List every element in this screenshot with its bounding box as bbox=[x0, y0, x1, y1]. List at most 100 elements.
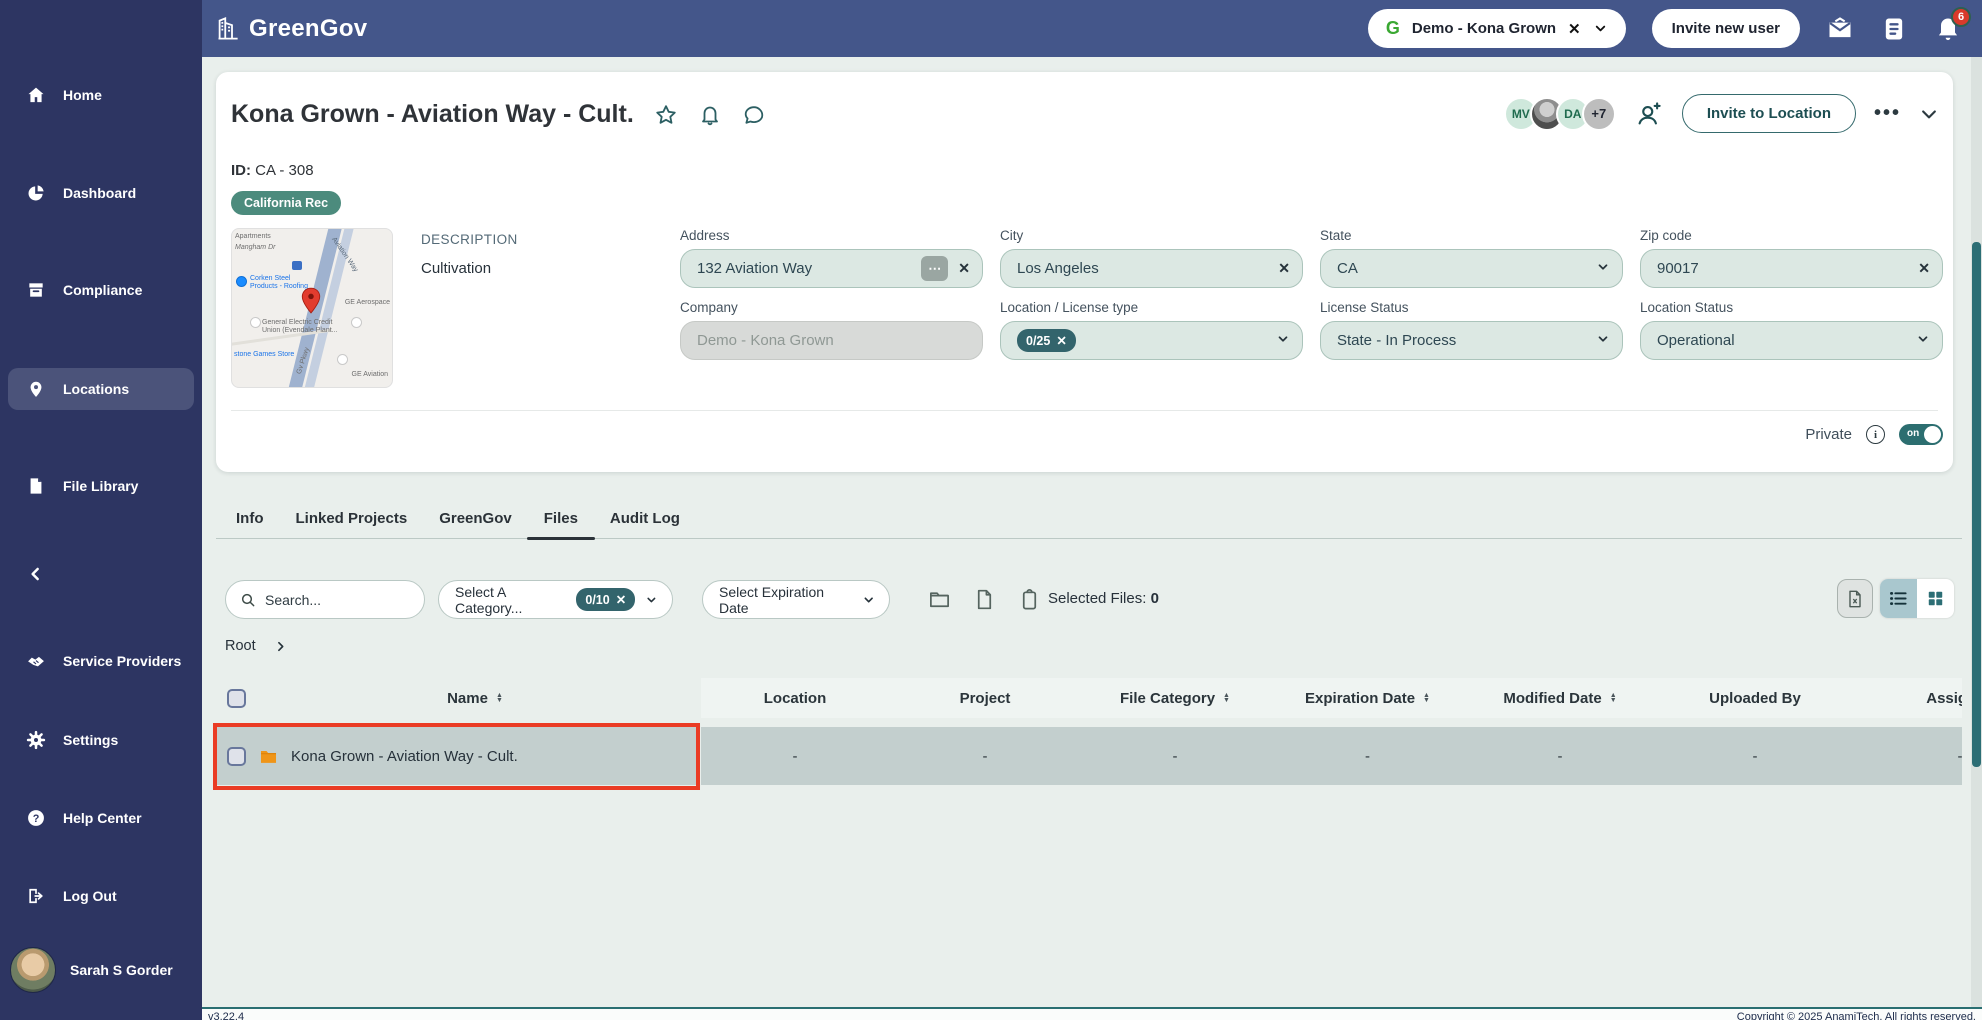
category-count-chip[interactable]: 0/10✕ bbox=[576, 588, 635, 611]
toggle-state-label: on bbox=[1907, 428, 1919, 439]
sidebar-item-file-library[interactable]: File Library bbox=[0, 465, 202, 507]
export-files-button[interactable] bbox=[1837, 579, 1873, 618]
search-input[interactable] bbox=[265, 592, 405, 608]
sort-icon[interactable]: ▲▼ bbox=[1610, 693, 1617, 703]
state-select[interactable]: CA bbox=[1320, 249, 1623, 288]
sidebar-item-compliance[interactable]: Compliance bbox=[0, 269, 202, 311]
chip-clear-icon[interactable]: ✕ bbox=[1056, 333, 1066, 348]
sidebar-item-service-providers[interactable]: Service Providers bbox=[0, 640, 202, 682]
private-label: Private bbox=[1805, 426, 1852, 443]
category-filter[interactable]: Select A Category... 0/10✕ bbox=[438, 580, 673, 619]
collapse-card-icon[interactable] bbox=[1919, 104, 1939, 124]
file-export-icon bbox=[1845, 589, 1865, 609]
chip-clear-icon[interactable]: ✕ bbox=[616, 592, 626, 607]
sidebar-item-log-out[interactable]: Log Out bbox=[0, 875, 202, 917]
new-file-button[interactable] bbox=[973, 588, 996, 611]
chevron-down-icon bbox=[1276, 332, 1290, 350]
list-view-button[interactable] bbox=[1880, 579, 1917, 618]
tab-info[interactable]: Info bbox=[236, 506, 264, 538]
address-options-icon[interactable]: ⋯ bbox=[921, 256, 948, 281]
breadcrumb-root[interactable]: Root bbox=[225, 638, 256, 654]
svg-text:?: ? bbox=[33, 813, 40, 825]
org-selector[interactable]: G Demo - Kona Grown ✕ bbox=[1368, 9, 1626, 48]
location-status-select[interactable]: Operational bbox=[1640, 321, 1943, 360]
clear-icon[interactable]: ✕ bbox=[958, 260, 970, 277]
map-poi bbox=[236, 276, 247, 287]
field-value: 90017 bbox=[1657, 260, 1918, 277]
files-search[interactable] bbox=[225, 580, 425, 619]
location-map-thumbnail[interactable]: Apartments Mangham Dr Corken Steel Produ… bbox=[231, 228, 393, 388]
field-label: Company bbox=[680, 300, 983, 315]
table-header: Name ▲▼ Location Project File Category ▲… bbox=[215, 678, 1962, 718]
sidebar-item-settings[interactable]: Settings bbox=[0, 719, 202, 761]
id-label: ID: bbox=[231, 162, 251, 179]
invite-to-location-button[interactable]: Invite to Location bbox=[1682, 94, 1856, 133]
tab-files[interactable]: Files bbox=[544, 506, 578, 538]
clear-icon[interactable]: ✕ bbox=[1278, 260, 1290, 277]
expiration-date-filter[interactable]: Select Expiration Date bbox=[702, 580, 890, 619]
sidebar-item-dashboard[interactable]: Dashboard bbox=[0, 172, 202, 214]
messages-button[interactable] bbox=[1826, 15, 1854, 43]
sidebar-item-locations[interactable]: Locations bbox=[8, 368, 194, 410]
gear-icon bbox=[26, 730, 46, 750]
vertical-scrollbar[interactable] bbox=[1971, 57, 1982, 1007]
description-label: DESCRIPTION bbox=[421, 232, 518, 247]
star-icon bbox=[654, 103, 678, 127]
field-zip: Zip code 90017 ✕ bbox=[1640, 228, 1943, 288]
column-header-expiration-date[interactable]: Expiration Date ▲▼ bbox=[1270, 678, 1465, 718]
sort-icon[interactable]: ▲▼ bbox=[1423, 693, 1430, 703]
field-label: Location / License type bbox=[1000, 300, 1303, 315]
chevron-down-icon[interactable] bbox=[1593, 21, 1608, 36]
field-label: State bbox=[1320, 228, 1623, 243]
more-actions-icon[interactable]: ••• bbox=[1874, 102, 1901, 125]
license-type-select[interactable]: 0/25✕ bbox=[1000, 321, 1303, 360]
column-header-modified-date[interactable]: Modified Date ▲▼ bbox=[1465, 678, 1655, 718]
private-row: Private i on bbox=[1805, 424, 1943, 445]
private-toggle[interactable]: on bbox=[1899, 424, 1943, 445]
sidebar-item-home[interactable]: Home bbox=[0, 74, 202, 116]
table-row[interactable]: Kona Grown - Aviation Way - Cult. - - - … bbox=[215, 727, 1962, 785]
avatar-more[interactable]: +7 bbox=[1582, 97, 1616, 131]
sidebar-user[interactable]: Sarah S Gorder bbox=[0, 938, 202, 1002]
address-input[interactable]: 132 Aviation Way ⋯ ✕ bbox=[680, 249, 983, 288]
toggle-knob bbox=[1924, 426, 1941, 443]
map-label: Mangham Dr bbox=[235, 244, 275, 252]
select-all-checkbox[interactable] bbox=[227, 689, 246, 708]
clear-icon[interactable]: ✕ bbox=[1918, 260, 1930, 277]
comments-button[interactable] bbox=[742, 103, 766, 127]
column-header-name[interactable]: Name ▲▼ bbox=[355, 678, 595, 718]
sidebar-collapse-button[interactable] bbox=[0, 553, 202, 595]
row-name[interactable]: Kona Grown - Aviation Way - Cult. bbox=[291, 748, 518, 765]
paste-button[interactable] bbox=[1018, 588, 1041, 611]
field-label: Address bbox=[680, 228, 983, 243]
field-label: Zip code bbox=[1640, 228, 1943, 243]
info-icon[interactable]: i bbox=[1866, 425, 1885, 444]
row-name-cell[interactable]: Kona Grown - Aviation Way - Cult. bbox=[215, 727, 697, 785]
invite-new-user-button[interactable]: Invite new user bbox=[1652, 9, 1800, 48]
city-input[interactable]: Los Angeles ✕ bbox=[1000, 249, 1303, 288]
grid-view-button[interactable] bbox=[1917, 579, 1954, 618]
person-add-icon[interactable] bbox=[1634, 99, 1664, 129]
documents-button[interactable] bbox=[1880, 15, 1908, 43]
tab-greengov[interactable]: GreenGov bbox=[439, 506, 512, 538]
column-header-file-category[interactable]: File Category ▲▼ bbox=[1080, 678, 1270, 718]
field-state: State CA bbox=[1320, 228, 1623, 288]
sort-icon[interactable]: ▲▼ bbox=[1223, 693, 1230, 703]
zip-input[interactable]: 90017 ✕ bbox=[1640, 249, 1943, 288]
tab-audit-log[interactable]: Audit Log bbox=[610, 506, 680, 538]
tab-linked-projects[interactable]: Linked Projects bbox=[296, 506, 408, 538]
scrollbar-thumb[interactable] bbox=[1972, 242, 1981, 767]
app-screen: Home Dashboard Compliance Locations File… bbox=[0, 0, 1982, 1020]
notifications-button[interactable]: 6 bbox=[1934, 15, 1962, 43]
sort-icon[interactable]: ▲▼ bbox=[496, 693, 503, 703]
subscribe-bell-button[interactable] bbox=[698, 103, 722, 127]
sidebar-item-help-center[interactable]: ? Help Center bbox=[0, 797, 202, 839]
row-checkbox[interactable] bbox=[227, 747, 246, 766]
license-status-select[interactable]: State - In Process bbox=[1320, 321, 1623, 360]
field-label: City bbox=[1000, 228, 1303, 243]
org-clear-icon[interactable]: ✕ bbox=[1568, 20, 1581, 38]
new-folder-button[interactable] bbox=[928, 588, 951, 611]
favorite-star-button[interactable] bbox=[654, 103, 678, 127]
license-type-chip[interactable]: 0/25✕ bbox=[1017, 329, 1076, 352]
column-header-location: Location bbox=[700, 678, 890, 718]
